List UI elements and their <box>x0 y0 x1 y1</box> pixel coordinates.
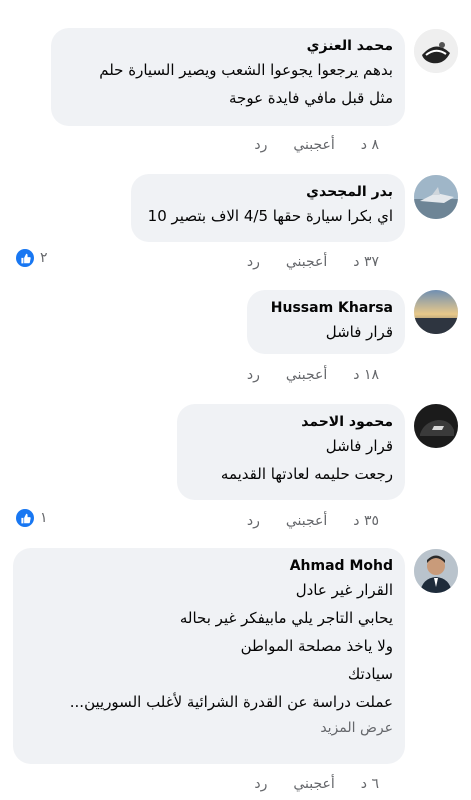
reply-button[interactable]: رد <box>247 254 260 270</box>
like-button[interactable]: أعجبني <box>293 137 334 153</box>
comment-text: قرار فاشل <box>325 323 393 341</box>
avatar[interactable] <box>414 549 458 593</box>
comment-time[interactable]: ٦ د <box>361 776 379 792</box>
comment-author[interactable]: Hussam Kharsa <box>259 298 393 318</box>
reaction-count[interactable]: ٢ <box>16 249 48 267</box>
comment-bubble: Ahmad Mohd القرار غير عادل يحابي التاجر … <box>13 548 405 764</box>
see-more-link[interactable]: عرض المزيد <box>25 716 393 740</box>
avatar-image <box>414 29 458 73</box>
comment-bubble: محمد العنزي بدهم يرجعوا يجوعوا الشعب ويص… <box>51 28 405 126</box>
avatar[interactable] <box>414 175 458 219</box>
comment-bubble: محمود الاحمد قرار فاشل رجعت حليمه لعادته… <box>177 404 405 500</box>
comment-actions: ٦ د أعجبني رد <box>254 776 379 792</box>
avatar-image <box>414 404 458 448</box>
comment-text: مثل قبل مافي فايدة عوجة <box>229 89 393 107</box>
reply-button[interactable]: رد <box>247 513 260 529</box>
comment-text: ولا ياخذ مصلحة المواطن <box>240 637 393 655</box>
reply-button[interactable]: رد <box>254 776 267 792</box>
comment-text: اي بكرا سيارة حقها 4/5 الاف بتصير 10 <box>147 207 393 225</box>
comment-time[interactable]: ١٨ د <box>353 367 379 383</box>
comment-author[interactable]: محمود الاحمد <box>189 412 393 432</box>
comment-actions: ٣٧ د أعجبني رد <box>247 254 379 270</box>
comment-author[interactable]: محمد العنزي <box>63 36 393 56</box>
avatar-image <box>414 290 458 334</box>
comment-time[interactable]: ٣٧ د <box>353 254 379 270</box>
comment-text: رجعت حليمه لعادتها القديمه <box>220 465 393 483</box>
thumbs-up-icon <box>16 509 34 527</box>
comment-text: يحابي التاجر يلي مابيفكر غير بحاله <box>179 609 393 627</box>
comment-text: عملت دراسة عن القدرة الشرائية لأغلب السو… <box>69 693 393 711</box>
comment-bubble: Hussam Kharsa قرار فاشل <box>247 290 405 354</box>
comment-text: بدهم يرجعوا يجوعوا الشعب ويصير السيارة ح… <box>99 61 393 79</box>
comment-actions: ٨ د أعجبني رد <box>254 137 379 153</box>
comment-text: قرار فاشل <box>325 437 393 455</box>
comment-text: سيادتك <box>347 665 393 683</box>
reaction-count-value: ٢ <box>40 250 48 266</box>
avatar[interactable] <box>414 290 458 334</box>
comment-author[interactable]: Ahmad Mohd <box>25 556 393 576</box>
comment-bubble: بدر المجحدي اي بكرا سيارة حقها 4/5 الاف … <box>131 174 405 242</box>
like-button[interactable]: أعجبني <box>293 776 334 792</box>
reply-button[interactable]: رد <box>254 137 267 153</box>
thumbs-up-icon <box>16 249 34 267</box>
comment-time[interactable]: ٣٥ د <box>353 513 379 529</box>
reply-button[interactable]: رد <box>247 367 260 383</box>
comment-author[interactable]: بدر المجحدي <box>143 182 393 202</box>
comment-time[interactable]: ٨ د <box>361 137 379 153</box>
avatar[interactable] <box>414 404 458 448</box>
like-button[interactable]: أعجبني <box>286 513 327 529</box>
comment-actions: ٣٥ د أعجبني رد <box>247 513 379 529</box>
reaction-count[interactable]: ١ <box>16 509 48 527</box>
avatar[interactable] <box>414 29 458 73</box>
reaction-count-value: ١ <box>40 510 48 526</box>
comment-text: القرار غير عادل <box>295 581 393 599</box>
like-button[interactable]: أعجبني <box>286 254 327 270</box>
avatar-image <box>414 549 458 593</box>
like-button[interactable]: أعجبني <box>286 367 327 383</box>
comment-actions: ١٨ د أعجبني رد <box>247 367 379 383</box>
avatar-image <box>414 175 458 219</box>
